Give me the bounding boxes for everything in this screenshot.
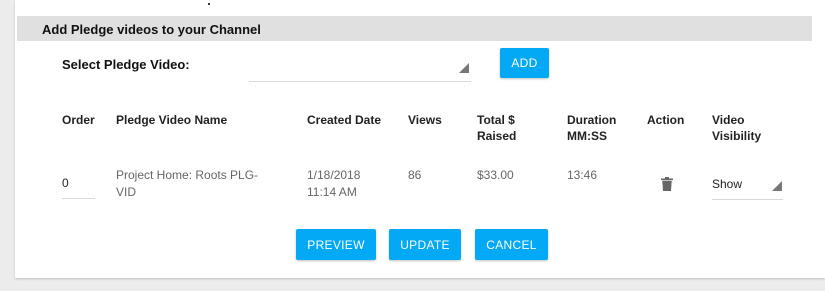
cell-pledge-video-name: Project Home: Roots PLG- VID (116, 167, 258, 201)
header-duration-line2: MM:SS (567, 129, 607, 143)
cell-created-date: 1/18/2018 11:14 AM (307, 167, 360, 201)
header-pledge-video-name: Pledge Video Name (116, 113, 228, 127)
cell-created-date-line2: 11:14 AM (307, 185, 357, 199)
cell-pledge-video-name-line1: Project Home: Roots PLG- (116, 168, 259, 182)
cell-views: 86 (408, 168, 422, 182)
cell-total-raised: $33.00 (477, 168, 514, 182)
header-action: Action (647, 113, 685, 127)
select-pledge-video-label: Select Pledge Video: (62, 57, 190, 72)
cell-pledge-video-name-line2: VID (116, 185, 137, 199)
header-total-raised-line1: Total $ (477, 113, 515, 127)
pledge-video-select[interactable] (249, 55, 471, 82)
video-visibility-select[interactable]: Show (712, 173, 783, 200)
update-button[interactable]: UPDATE (389, 229, 461, 260)
header-order: Order (62, 113, 95, 127)
cell-created-date-line1: 1/18/2018 (307, 168, 361, 182)
preview-button[interactable]: PREVIEW (296, 229, 376, 260)
header-total-raised: Total $ Raised (477, 112, 516, 144)
header-video-visibility: Video Visibility (712, 112, 761, 144)
header-duration-line1: Duration (567, 113, 617, 127)
header-video-visibility-line1: Video (712, 113, 745, 127)
order-input[interactable]: 0 (62, 173, 95, 199)
video-visibility-value: Show (712, 177, 743, 191)
section-header: Add Pledge videos to your Channel (17, 16, 812, 41)
dropdown-arrow-icon (459, 63, 469, 73)
header-total-raised-line2: Raised (477, 129, 517, 143)
dropdown-arrow-icon (772, 181, 782, 191)
header-video-visibility-line2: Visibility (712, 129, 762, 143)
add-button[interactable]: ADD (500, 48, 549, 78)
header-duration: Duration MM:SS (567, 112, 616, 144)
cell-duration: 13:46 (567, 168, 598, 182)
cancel-button[interactable]: CANCEL (475, 229, 548, 260)
trash-icon[interactable] (661, 177, 673, 191)
header-created-date: Created Date (307, 113, 382, 127)
header-views: Views (408, 113, 442, 127)
section-title: Add Pledge videos to your Channel (42, 22, 261, 37)
decorative-dot (208, 3, 210, 5)
order-value: 0 (62, 176, 69, 190)
